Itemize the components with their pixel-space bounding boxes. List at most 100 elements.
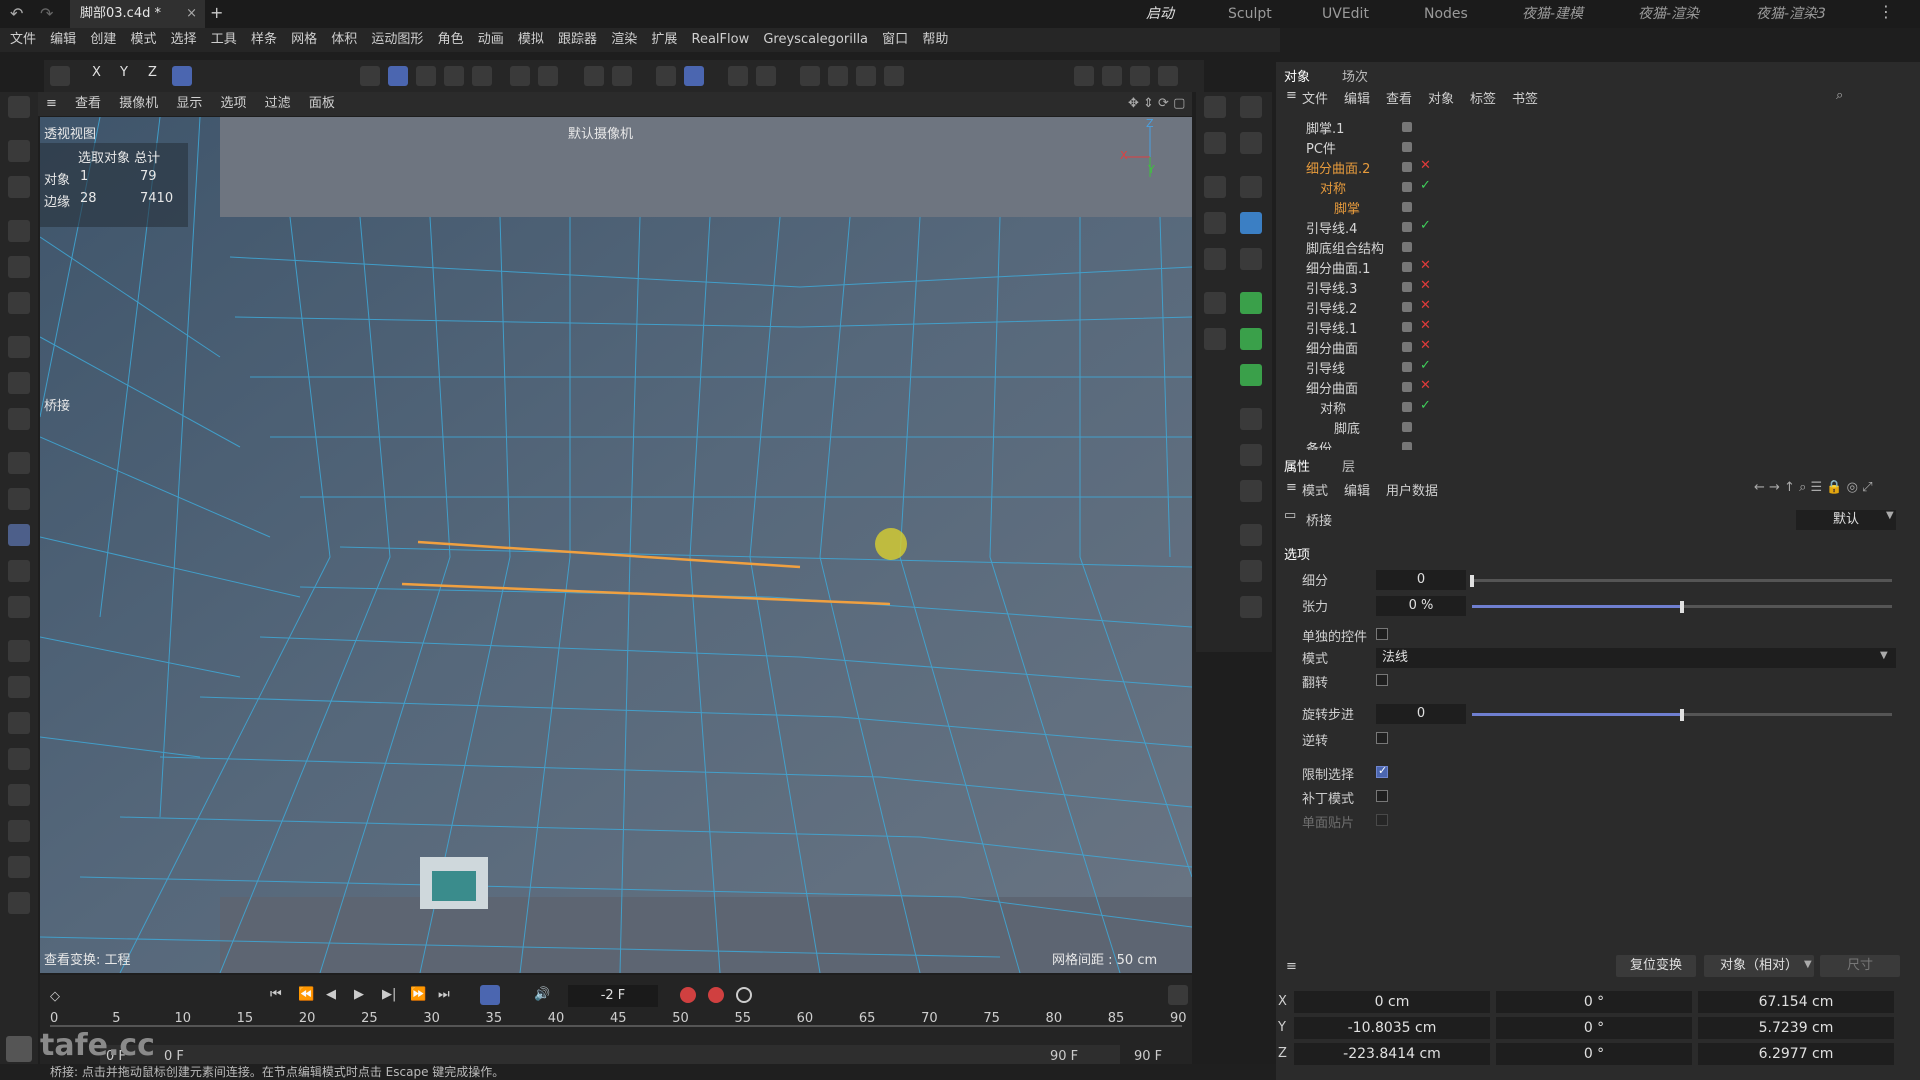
patch-mode-checkbox[interactable] — [1376, 790, 1388, 802]
tension-field[interactable]: 0 % — [1376, 596, 1466, 616]
box-select-icon[interactable] — [8, 176, 30, 198]
symmetry-object-icon[interactable] — [1240, 292, 1262, 314]
menu-tracker[interactable]: 跟踪器 — [558, 28, 597, 52]
knife-icon[interactable] — [8, 372, 30, 394]
viewport-nav-icons[interactable]: ✥ ⇕ ⟳ ▢ — [1128, 92, 1185, 116]
disabled-cross-icon[interactable]: ✕ — [1420, 158, 1431, 173]
subdivision-knob[interactable] — [1470, 575, 1474, 587]
attribute-menu-userdata[interactable]: 用户数据 — [1386, 480, 1438, 499]
edge-cut-icon[interactable] — [8, 892, 30, 914]
layer-color-icon[interactable] — [1402, 382, 1412, 392]
menu-render[interactable]: 渲染 — [611, 28, 637, 52]
rectangle-icon[interactable] — [1240, 176, 1262, 198]
tab-attributes[interactable]: 属性 — [1284, 456, 1310, 475]
mirror-icon[interactable] — [8, 640, 30, 662]
split-icon[interactable] — [1204, 328, 1226, 350]
menu-select[interactable]: 选择 — [171, 28, 197, 52]
perspective-viewport[interactable]: 透视视图 默认摄像机 X Z Y 选取对象 总计 对象 1 79 边缘 28 7… — [40, 117, 1192, 973]
subdivision-slider[interactable] — [1472, 579, 1892, 582]
smooth-icon[interactable] — [8, 820, 30, 842]
object-menu-tags[interactable]: 标签 — [1470, 88, 1496, 107]
limit-selection-checkbox[interactable] — [1376, 764, 1388, 778]
rotate-icon[interactable] — [8, 256, 30, 278]
enabled-check-icon[interactable]: ✓ — [1420, 358, 1431, 373]
object-name[interactable]: 引导线.3 — [1306, 278, 1357, 297]
tab-layers[interactable]: 层 — [1342, 456, 1355, 475]
magnet-tool-icon[interactable] — [8, 596, 30, 618]
axis-x-toggle[interactable]: X — [92, 65, 101, 80]
layer-color-icon[interactable] — [1402, 162, 1412, 172]
axis-z-toggle[interactable]: Z — [148, 65, 157, 80]
audio-icon[interactable]: 🔊 — [534, 987, 550, 1002]
sphere-icon[interactable] — [1240, 132, 1262, 154]
object-name[interactable]: 引导线.1 — [1306, 318, 1357, 337]
menu-animate[interactable]: 动画 — [478, 28, 504, 52]
auto-key-record-icon[interactable] — [708, 987, 724, 1003]
object-menu-bookmarks[interactable]: 书签 — [1512, 88, 1538, 107]
object-row[interactable]: 引导线.1 ✕ — [1276, 316, 1920, 337]
render-region-icon[interactable] — [1074, 66, 1094, 86]
menu-volume[interactable]: 体积 — [331, 28, 357, 52]
spline-pen-icon[interactable] — [1204, 96, 1226, 118]
layout-tab-render[interactable]: 夜猫-渲染 — [1638, 0, 1699, 28]
object-name[interactable]: 细分曲面 — [1306, 378, 1358, 397]
subdivision-field[interactable]: 0 — [1376, 570, 1466, 590]
position-field[interactable]: -223.8414 cm — [1294, 1043, 1490, 1065]
viewport-menu-panel[interactable]: 面板 — [309, 92, 335, 116]
prev-key-icon[interactable]: ⏪ — [298, 987, 314, 1002]
axis-y-toggle[interactable]: Y — [120, 65, 128, 80]
move-icon[interactable] — [8, 220, 30, 242]
viewport-menu-camera[interactable]: 摄像机 — [119, 92, 158, 116]
coordinates-menu-icon[interactable]: ≡ — [1286, 959, 1297, 974]
weld-icon[interactable] — [8, 560, 30, 582]
viewport-solo-icon[interactable] — [856, 66, 876, 86]
rotation-field[interactable]: 0 ° — [1496, 991, 1692, 1013]
coordinate-mode-dropdown[interactable]: 对象（相对） — [1704, 955, 1814, 977]
object-row[interactable]: 细分曲面.1 ✕ — [1276, 256, 1920, 277]
magnet-icon[interactable] — [584, 66, 604, 86]
keyframe-icon[interactable]: ◇ — [50, 989, 60, 1004]
layout-tab-modeling[interactable]: 夜猫-建模 — [1522, 0, 1583, 28]
mesh-canvas[interactable] — [40, 117, 1192, 973]
more-icon[interactable]: ⋮ — [1878, 2, 1894, 21]
texture-mode-icon[interactable] — [472, 66, 492, 86]
object-mode-icon[interactable] — [538, 66, 558, 86]
iron-icon[interactable] — [8, 856, 30, 878]
viewport-menu-filter[interactable]: 过滤 — [265, 92, 291, 116]
enabled-check-icon[interactable]: ✓ — [1420, 398, 1431, 413]
timeline-settings-icon[interactable] — [1168, 985, 1188, 1005]
disabled-cross-icon[interactable]: ✕ — [1420, 378, 1431, 393]
render-picture-viewer-icon[interactable] — [1130, 66, 1150, 86]
object-row[interactable]: PC件 — [1276, 136, 1920, 157]
menu-realflow[interactable]: RealFlow — [692, 28, 750, 52]
viewport-menu-display[interactable]: 显示 — [176, 92, 202, 116]
menu-extensions[interactable]: 扩展 — [651, 28, 677, 52]
object-row[interactable]: 备份 — [1276, 436, 1920, 450]
scale-icon[interactable] — [8, 292, 30, 314]
deformer-icon[interactable] — [1240, 364, 1262, 386]
size-field[interactable]: 6.2977 cm — [1698, 1043, 1894, 1065]
search-icon[interactable] — [8, 96, 30, 118]
bridge-tool-icon[interactable] — [8, 524, 30, 546]
attribute-nav-icons[interactable]: ← → ↑ ⌕ ☰ 🔒 ◎ ⤢ — [1754, 480, 1872, 495]
end-frame-a[interactable]: 90 F — [1050, 1049, 1078, 1064]
light-icon[interactable] — [1240, 596, 1262, 618]
disabled-cross-icon[interactable]: ✕ — [1420, 258, 1431, 273]
brush-tool-icon[interactable] — [1204, 292, 1226, 314]
object-menu-edit[interactable]: 编辑 — [1344, 88, 1370, 107]
axis-mode-icon[interactable] — [510, 66, 530, 86]
next-key-icon[interactable]: ⏩ — [410, 987, 426, 1002]
enabled-check-icon[interactable]: ✓ — [1420, 218, 1431, 233]
object-menu-icon[interactable]: ≡ — [1286, 88, 1297, 103]
object-row[interactable]: 脚底 — [1276, 416, 1920, 437]
go-to-start-icon[interactable]: ⏮ — [270, 987, 282, 1002]
enabled-check-icon[interactable]: ✓ — [1420, 178, 1431, 193]
viewport-menu-view[interactable]: 查看 — [75, 92, 101, 116]
object-name[interactable]: 引导线.4 — [1306, 218, 1357, 237]
camera-object-icon[interactable] — [1240, 444, 1262, 466]
rotate-step-field[interactable]: 0 — [1376, 704, 1466, 724]
menu-spline[interactable]: 样条 — [251, 28, 277, 52]
slide-icon[interactable] — [8, 676, 30, 698]
field-icon[interactable] — [1240, 408, 1262, 430]
end-frame-b[interactable]: 90 F — [1134, 1049, 1162, 1064]
